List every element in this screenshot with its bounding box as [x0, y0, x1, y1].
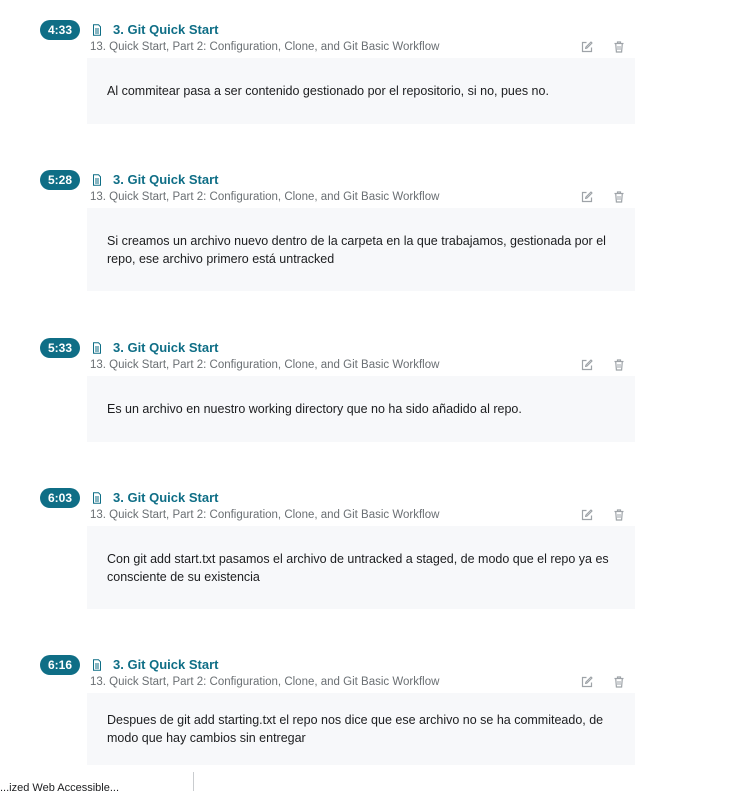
timestamp-badge[interactable]: 4:33	[40, 20, 80, 40]
lecture-title: 13. Quick Start, Part 2: Configuration, …	[90, 509, 440, 521]
delete-note-button[interactable]	[611, 189, 627, 205]
trash-icon	[614, 359, 624, 371]
note-content: Al commitear pasa a ser contenido gestio…	[87, 58, 635, 124]
edit-note-button[interactable]	[579, 189, 595, 205]
timestamp-badge[interactable]: 5:28	[40, 170, 80, 190]
edit-icon	[581, 509, 593, 521]
timestamp-badge[interactable]: 6:03	[40, 488, 80, 508]
note-text: Con git add start.txt pasamos el archivo…	[107, 551, 609, 584]
note-content: Despues de git add starting.txt el repo …	[87, 693, 635, 765]
section-title-link[interactable]: 3. Git Quick Start	[113, 170, 218, 190]
edit-note-button[interactable]	[579, 39, 595, 55]
delete-note-button[interactable]	[611, 674, 627, 690]
delete-note-button[interactable]	[611, 507, 627, 523]
edit-note-button[interactable]	[579, 674, 595, 690]
trash-icon	[614, 509, 624, 521]
delete-note-button[interactable]	[611, 39, 627, 55]
edit-note-button[interactable]	[579, 357, 595, 373]
delete-note-button[interactable]	[611, 357, 627, 373]
section-title-link[interactable]: 3. Git Quick Start	[113, 20, 218, 40]
edit-icon	[581, 41, 593, 53]
section-title-link[interactable]: 3. Git Quick Start	[113, 488, 218, 508]
trash-icon	[614, 676, 624, 688]
section-title-link[interactable]: 3. Git Quick Start	[113, 338, 218, 358]
timestamp-badge[interactable]: 6:16	[40, 655, 80, 675]
notes-list: 4:33 3. Git Quick Start 13. Quick Start,…	[0, 0, 731, 791]
trash-icon	[614, 191, 624, 203]
note-text: Si creamos un archivo nuevo dentro de la…	[107, 233, 606, 266]
note-text: Despues de git add starting.txt el repo …	[107, 713, 604, 745]
lecture-title: 13. Quick Start, Part 2: Configuration, …	[90, 359, 440, 371]
note-content: Es un archivo en nuestro working directo…	[87, 376, 635, 442]
note-content: Con git add start.txt pasamos el archivo…	[87, 526, 635, 609]
lecture-title: 13. Quick Start, Part 2: Configuration, …	[90, 191, 440, 203]
note-text: Es un archivo en nuestro working directo…	[107, 402, 522, 416]
edit-icon	[581, 676, 593, 688]
document-icon	[93, 492, 101, 504]
footer-divider	[193, 772, 194, 791]
edit-icon	[581, 191, 593, 203]
note-text: Al commitear pasa a ser contenido gestio…	[107, 84, 549, 98]
lecture-title: 13. Quick Start, Part 2: Configuration, …	[90, 41, 440, 53]
document-icon	[93, 659, 101, 671]
note-content: Si creamos un archivo nuevo dentro de la…	[87, 208, 635, 291]
document-icon	[93, 342, 101, 354]
edit-icon	[581, 359, 593, 371]
footer-text-fragment: ...ized Web Accessible...	[0, 782, 120, 791]
section-title-link[interactable]: 3. Git Quick Start	[113, 655, 218, 675]
edit-note-button[interactable]	[579, 507, 595, 523]
document-icon	[93, 174, 101, 186]
trash-icon	[614, 41, 624, 53]
lecture-title: 13. Quick Start, Part 2: Configuration, …	[90, 676, 440, 688]
timestamp-badge[interactable]: 5:33	[40, 338, 80, 358]
document-icon	[93, 24, 101, 36]
